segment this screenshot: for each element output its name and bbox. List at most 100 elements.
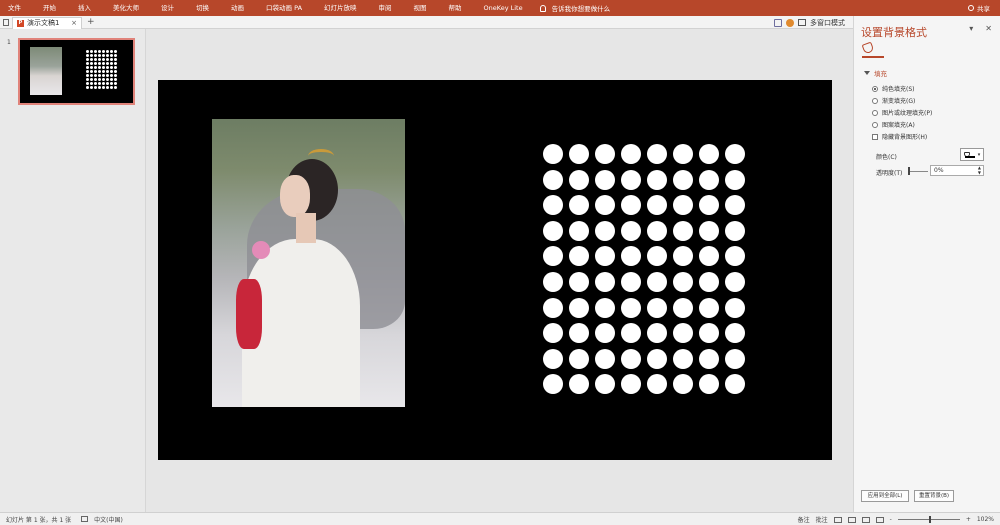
thumbnail-dot bbox=[102, 58, 105, 61]
white-dot bbox=[595, 297, 615, 318]
zoom-slider-handle[interactable] bbox=[928, 516, 931, 523]
thumbnail-dot bbox=[98, 86, 101, 89]
normal-view-icon[interactable] bbox=[833, 516, 842, 523]
photo-hair-ornament bbox=[308, 149, 334, 163]
pattern-fill-option[interactable]: 图案填充(A) bbox=[872, 120, 915, 129]
slide-thumbnail-1[interactable] bbox=[18, 38, 135, 105]
thumbnail-dot bbox=[114, 54, 117, 57]
menu-help[interactable]: 帮助 bbox=[438, 0, 473, 16]
white-dot bbox=[595, 246, 615, 267]
portrait-photo[interactable] bbox=[212, 119, 405, 407]
white-dot bbox=[595, 195, 615, 216]
radio-solid-fill[interactable] bbox=[872, 85, 878, 92]
radio-gradient-fill[interactable] bbox=[872, 97, 878, 104]
tab-list-button[interactable] bbox=[0, 16, 12, 29]
thumbnail-dot bbox=[102, 70, 105, 73]
reset-background-button[interactable]: 重置背景(B) bbox=[914, 490, 954, 502]
white-dot bbox=[621, 220, 641, 241]
zoom-in-button[interactable]: + bbox=[966, 516, 971, 523]
menu-animations[interactable]: 动画 bbox=[220, 0, 255, 16]
white-dot bbox=[569, 297, 589, 318]
hide-background-checkbox[interactable] bbox=[872, 133, 878, 140]
thumbnail-dot bbox=[114, 58, 117, 61]
comments-button[interactable]: 批注 bbox=[816, 515, 828, 524]
thumbnail-dot bbox=[110, 74, 113, 77]
zoom-slider[interactable] bbox=[897, 516, 960, 523]
menu-file[interactable]: 文件 bbox=[0, 0, 32, 16]
white-dot bbox=[621, 169, 641, 190]
thumbnail-dot bbox=[86, 54, 89, 57]
pattern-fill-label: 图案填充(A) bbox=[882, 122, 915, 129]
slideshow-icon[interactable] bbox=[875, 516, 884, 523]
document-tab[interactable]: P 演示文稿1 × bbox=[12, 16, 82, 29]
white-dot bbox=[673, 271, 693, 292]
fill-section-header[interactable]: 填充 bbox=[864, 68, 887, 78]
pane-title: 设置背景格式 bbox=[861, 26, 927, 39]
thumbnail-dot bbox=[114, 70, 117, 73]
transparency-slider-track[interactable] bbox=[908, 171, 928, 172]
apply-to-all-button[interactable]: 应用到全部(L) bbox=[861, 490, 909, 502]
white-dot bbox=[543, 271, 563, 292]
document-tab-bar: P 演示文稿1 × + 多窗口模式 bbox=[0, 16, 853, 29]
radio-pattern-fill[interactable] bbox=[872, 121, 878, 128]
thumbnail-dot bbox=[98, 78, 101, 81]
slide-count-status: 幻灯片 第 1 张，共 1 张 bbox=[6, 516, 72, 524]
thumbnail-dot bbox=[94, 82, 97, 85]
radio-picture-fill[interactable] bbox=[872, 109, 878, 116]
menu-slideshow[interactable]: 幻灯片放映 bbox=[313, 0, 368, 16]
pane-options-icon[interactable]: ▾ bbox=[969, 24, 973, 33]
slide[interactable] bbox=[158, 80, 832, 460]
zoom-level[interactable]: 102% bbox=[977, 516, 994, 523]
notes-button[interactable]: 备注 bbox=[798, 515, 810, 524]
white-dot bbox=[621, 144, 641, 164]
solid-fill-option[interactable]: 纯色填充(S) bbox=[872, 84, 915, 93]
white-dot bbox=[621, 297, 641, 318]
transparency-slider-handle[interactable] bbox=[908, 167, 910, 175]
thumbnail-dot bbox=[98, 54, 101, 57]
menu-review[interactable]: 审阅 bbox=[368, 0, 403, 16]
thumbnail-dot bbox=[98, 70, 101, 73]
photo-face bbox=[280, 175, 310, 217]
white-dot bbox=[621, 323, 641, 344]
white-dot-grid[interactable] bbox=[543, 144, 745, 395]
transparency-input[interactable]: 0% ▲ ▼ bbox=[930, 165, 984, 176]
menu-transitions[interactable]: 切换 bbox=[185, 0, 220, 16]
accessibility-icon[interactable] bbox=[81, 516, 89, 522]
menu-design[interactable]: 设计 bbox=[150, 0, 185, 16]
close-tab-icon[interactable]: × bbox=[71, 19, 77, 27]
white-dot bbox=[647, 220, 667, 241]
slide-sorter-icon[interactable] bbox=[847, 516, 856, 523]
hide-background-option[interactable]: 隐藏背景图形(H) bbox=[872, 132, 927, 141]
thumbnail-dot bbox=[106, 78, 109, 81]
menu-onekey[interactable]: OneKey Lite bbox=[473, 0, 534, 16]
pane-close-icon[interactable]: ✕ bbox=[985, 24, 992, 33]
hide-background-label: 隐藏背景图形(H) bbox=[882, 134, 928, 141]
language-status[interactable]: 中文(中国) bbox=[94, 515, 123, 524]
menu-home[interactable]: 开始 bbox=[32, 0, 67, 16]
white-dot bbox=[569, 271, 589, 292]
tell-me-box[interactable]: 告诉我你想要做什么 bbox=[539, 3, 610, 13]
thumbnail-dot bbox=[90, 86, 93, 89]
search-icon[interactable] bbox=[774, 18, 782, 27]
multi-window-mode-button[interactable]: 多窗口模式 bbox=[810, 18, 845, 28]
white-dot bbox=[647, 144, 667, 164]
share-button[interactable]: 共享 bbox=[968, 0, 990, 16]
gradient-fill-option[interactable]: 渐变填充(G) bbox=[872, 96, 915, 105]
white-dot bbox=[595, 323, 615, 344]
color-picker-button[interactable]: ▾ bbox=[960, 148, 984, 161]
menu-meihua[interactable]: 美化大师 bbox=[102, 0, 150, 16]
spinner-arrows-icon[interactable]: ▲ ▼ bbox=[978, 165, 981, 175]
picture-fill-option[interactable]: 图片或纹理填充(P) bbox=[872, 108, 932, 117]
zoom-out-button[interactable]: - bbox=[890, 516, 892, 523]
thumbnail-dot bbox=[98, 58, 101, 61]
settings-icon[interactable] bbox=[786, 18, 794, 27]
new-tab-button[interactable]: + bbox=[87, 17, 95, 27]
menu-pocket-animation[interactable]: 口袋动画 PA bbox=[255, 0, 313, 16]
white-dot bbox=[699, 374, 719, 395]
thumbnail-dot bbox=[94, 58, 97, 61]
reading-view-icon[interactable] bbox=[861, 516, 870, 523]
menu-view[interactable]: 视图 bbox=[403, 0, 438, 16]
menu-insert[interactable]: 插入 bbox=[67, 0, 102, 16]
white-dot bbox=[543, 374, 563, 395]
fill-bucket-icon[interactable] bbox=[861, 41, 875, 55]
